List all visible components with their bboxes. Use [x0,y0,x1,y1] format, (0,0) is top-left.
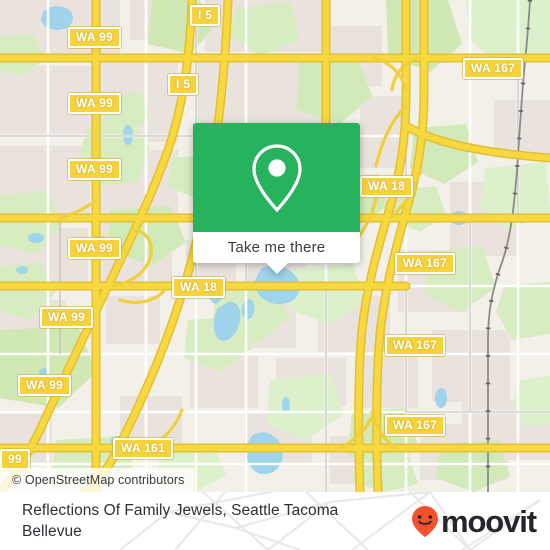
highway-shield-label: WA 167 [393,338,438,352]
osm-attribution[interactable]: © OpenStreetMap contributors [0,468,194,492]
highway-shield-label: I 5 [198,8,213,22]
footer-bar: Reflections Of Family Jewels, Seattle Ta… [0,492,550,550]
map-pin-icon [251,143,302,212]
moovit-logo[interactable]: moovit [410,504,537,539]
highway-shield: WA 18 [360,176,414,197]
highway-shield-label: WA 161 [121,441,166,455]
highway-shield: I 5 [168,74,199,95]
highway-shield-label: I 5 [176,77,191,91]
highway-shield-label: WA 99 [48,310,86,324]
popup-pointer-tail [265,263,288,274]
highway-shield-label: WA 99 [76,96,114,110]
highway-shield: WA 99 [68,93,122,114]
highway-shield-label: 99 [8,452,22,466]
highway-shield: WA 167 [395,253,456,274]
popup-header [193,123,360,232]
highway-shield: WA 167 [385,335,446,356]
highway-shield: WA 161 [113,438,174,459]
highway-shield: WA 18 [172,277,226,298]
moovit-pin-icon [411,506,438,537]
highway-shield: WA 167 [463,58,524,79]
map-screenshot: I 5 I 5 WA 99 WA 99 WA 99 WA 99 WA 99 WA 99 99 WA… [0,0,550,550]
highway-shield: WA 99 [68,238,122,259]
attribution-text: © OpenStreetMap contributors [12,473,185,487]
highway-shield: WA 99 [40,307,94,328]
highway-shield-label: WA 99 [76,30,114,44]
highway-shield: WA 99 [18,375,72,396]
place-title: Reflections Of Family Jewels, Seattle Ta… [22,502,339,540]
highway-shield: 99 [0,449,30,470]
highway-shield: WA 99 [68,159,122,180]
take-me-there-button[interactable]: Take me there [193,232,360,263]
highway-shield-label: WA 167 [393,418,438,432]
highway-shield-label: WA 167 [471,61,516,75]
highway-shield-label: WA 99 [76,162,114,176]
moovit-wordmark: moovit [440,504,537,539]
take-me-there-label: Take me there [227,239,326,256]
highway-shield: I 5 [190,5,221,26]
highway-shield: WA 167 [385,415,446,436]
highway-shield: WA 99 [68,27,122,48]
highway-shield-label: WA 18 [180,280,218,294]
highway-shield-label: WA 99 [76,241,114,255]
highway-shield-label: WA 167 [403,256,448,270]
highway-shield-label: WA 99 [26,378,64,392]
location-popup-card[interactable]: Take me there [193,123,360,274]
highway-shield-label: WA 18 [368,179,406,193]
